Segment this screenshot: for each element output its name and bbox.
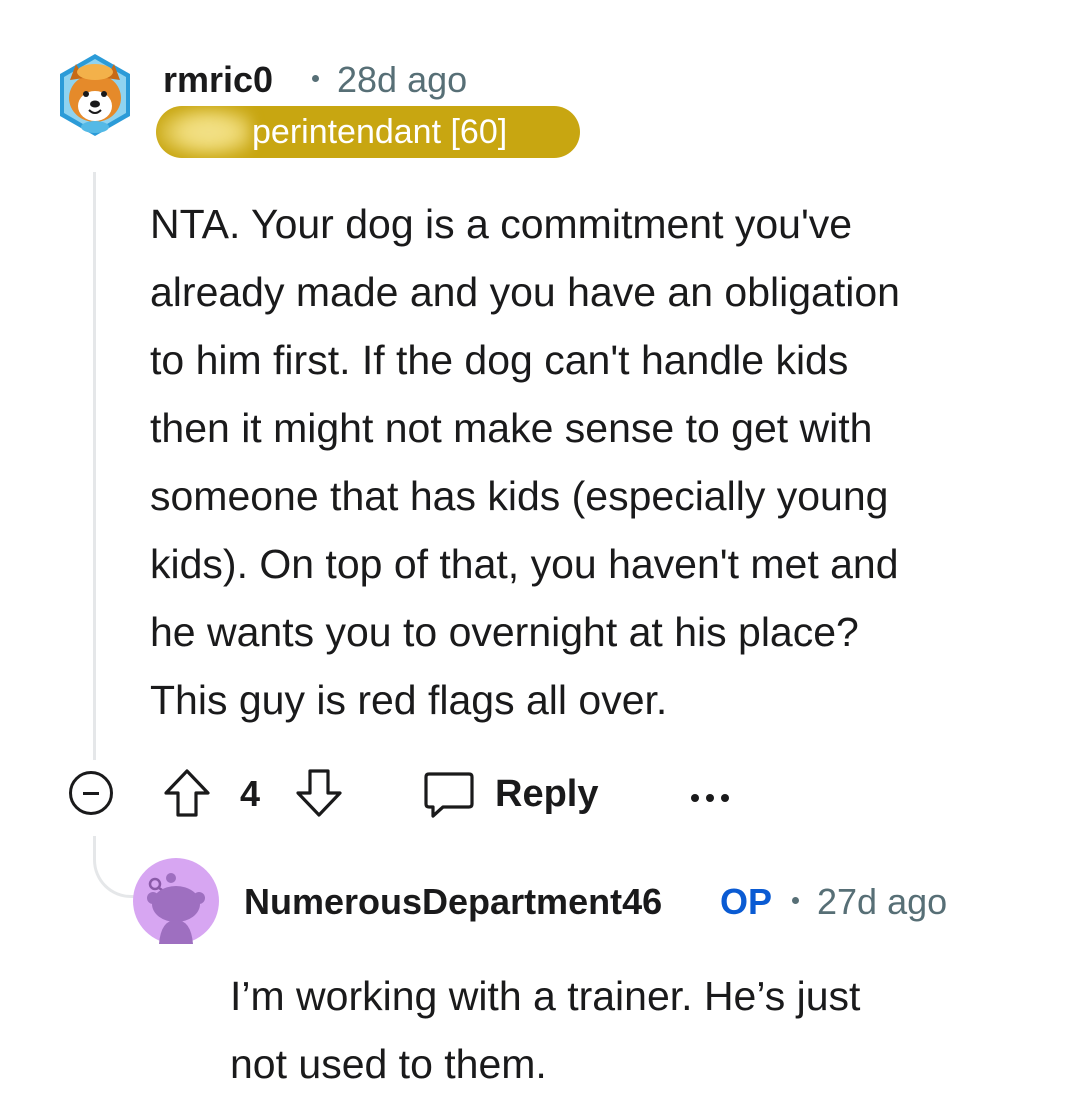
upvote-arrow-icon — [164, 769, 210, 817]
comment-line: NTA. Your dog is a commitment you've — [150, 201, 853, 247]
comment-line: kids). On top of that, you haven't met a… — [150, 541, 899, 587]
reply-meta: 27d ago — [792, 880, 947, 924]
user-flair: perintendant [60] — [156, 106, 580, 158]
reply-body: I’m working with a trainer. He’s just no… — [230, 962, 1030, 1098]
comment-line: then it might not make sense to get with — [150, 405, 873, 451]
reply-user-avatar[interactable] — [133, 858, 219, 944]
reply-button-label[interactable]: Reply — [495, 772, 598, 816]
comment-line: to him first. If the dog can't handle ki… — [150, 337, 849, 383]
flair-text: perintendant [60] — [252, 113, 508, 151]
snoo-avatar-icon — [133, 858, 219, 944]
flair-redaction-blur — [156, 106, 252, 158]
user-avatar[interactable] — [56, 52, 134, 138]
downvote-button[interactable] — [292, 766, 346, 820]
comment-line: This guy is red flags all over. — [150, 677, 668, 723]
comment-line: he wants you to overnight at his place? — [150, 609, 859, 655]
reply-line: I’m working with a trainer. He’s just — [230, 973, 861, 1019]
comment-body: NTA. Your dog is a commitment you've alr… — [150, 190, 1030, 734]
reply-timestamp: 27d ago — [817, 881, 948, 922]
separator-dot — [312, 74, 319, 82]
comment-line: already made and you have an obligation — [150, 269, 900, 315]
ellipsis-icon — [691, 794, 729, 802]
comment-timestamp: 28d ago — [337, 59, 468, 100]
speech-bubble-icon — [424, 772, 474, 818]
collapse-thread-button[interactable] — [69, 771, 113, 815]
downvote-arrow-icon — [296, 769, 342, 817]
dog-avatar-icon — [60, 54, 130, 136]
comment-meta: 28d ago — [312, 58, 467, 102]
upvote-button[interactable] — [160, 766, 214, 820]
vote-count: 4 — [240, 773, 261, 814]
reply-author[interactable]: NumerousDepartment46 — [244, 880, 662, 924]
separator-dot — [792, 896, 799, 904]
more-options-button[interactable] — [690, 790, 730, 802]
thread-line[interactable] — [93, 172, 96, 760]
comment-line: someone that has kids (especially young — [150, 473, 889, 519]
reply-line: not used to them. — [230, 1041, 547, 1087]
reply-button[interactable] — [421, 768, 477, 822]
comment-author[interactable]: rmric0 — [163, 58, 273, 102]
op-badge: OP — [720, 881, 773, 922]
